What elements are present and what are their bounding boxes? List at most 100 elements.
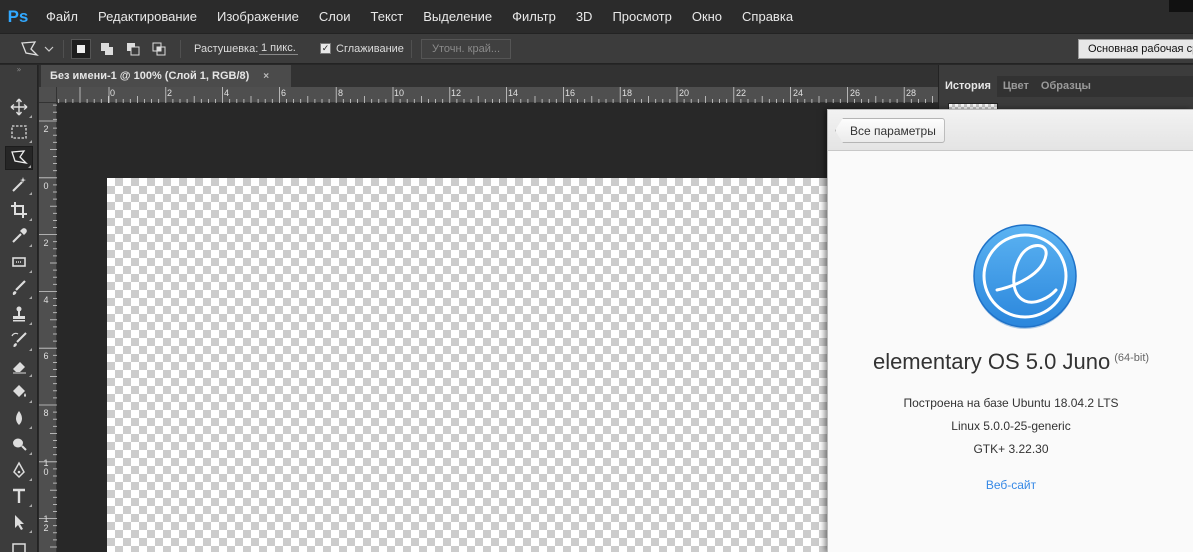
blur-icon xyxy=(16,411,22,425)
add-selection-button[interactable] xyxy=(97,39,117,59)
pen-tool[interactable] xyxy=(5,458,33,482)
ruler-label: 2 xyxy=(43,238,49,248)
eyedropper-tool[interactable] xyxy=(5,224,33,248)
os-name-text: elementary OS 5.0 Juno xyxy=(872,349,1111,374)
dodge-icon xyxy=(13,438,27,451)
tab-swatches[interactable]: Образцы xyxy=(1035,76,1097,97)
ruler-label: 28 xyxy=(906,88,917,98)
marquee-tool[interactable] xyxy=(5,120,33,144)
about-system-window: Все параметры elementary OS 5.0 Juno (64-… xyxy=(827,109,1193,552)
os-arch: (64-bit) xyxy=(1114,351,1150,364)
feather-label: Растушевка: xyxy=(194,42,259,55)
horizontal-ruler[interactable]: 0 2 4 6 8 10 12 14 16 18 20 22 24 26 28 xyxy=(57,87,938,103)
workspace-select[interactable]: Основная рабочая сред xyxy=(1078,39,1193,59)
ruler-label: 0 xyxy=(43,181,49,191)
document-canvas[interactable] xyxy=(107,178,887,552)
lasso-tool[interactable] xyxy=(5,146,33,170)
menu-layers[interactable]: Слои xyxy=(309,0,361,33)
stamp-tool[interactable] xyxy=(5,302,33,326)
panel-tabs: История Цвет Образцы xyxy=(939,76,1193,97)
type-icon xyxy=(13,488,25,503)
bucket-tool[interactable] xyxy=(5,380,33,404)
ruler-label: 4 xyxy=(224,88,230,98)
menu-file[interactable]: Файл xyxy=(36,0,88,33)
intersect-selection-button[interactable] xyxy=(149,39,169,59)
tab-color[interactable]: Цвет xyxy=(997,76,1035,97)
menu-type[interactable]: Текст xyxy=(361,0,414,33)
ruler-label: 26 xyxy=(850,88,861,98)
dodge-tool[interactable] xyxy=(5,432,33,456)
magic-wand-tool[interactable] xyxy=(5,172,33,196)
blur-tool[interactable] xyxy=(5,406,33,430)
add-selection-icon xyxy=(101,43,113,55)
type-tool[interactable] xyxy=(5,484,33,508)
antialias-label: Сглаживание xyxy=(336,42,404,55)
tab-history[interactable]: История xyxy=(939,76,997,97)
healing-tool[interactable] xyxy=(5,250,33,274)
menu-image[interactable]: Изображение xyxy=(207,0,309,33)
close-icon[interactable]: × xyxy=(263,71,269,82)
rectangle-tool[interactable] xyxy=(5,536,33,552)
feather-field[interactable]: 1 пикс. xyxy=(259,34,298,63)
menu-view[interactable]: Просмотр xyxy=(602,0,681,33)
separator xyxy=(63,40,64,58)
options-bar: Растушевка: 1 пикс. ✓ Сглаживание Уточн.… xyxy=(0,33,1193,64)
canvas-workspace[interactable] xyxy=(58,104,938,552)
refine-edge-button[interactable]: Уточн. край... xyxy=(421,39,511,59)
menu-3d[interactable]: 3D xyxy=(566,0,603,33)
ruler-label: 20 xyxy=(679,88,690,98)
intersect-selection-icon xyxy=(152,42,166,56)
brush-tool[interactable] xyxy=(5,276,33,300)
pen-icon xyxy=(13,461,25,479)
feather-value[interactable]: 1 пикс. xyxy=(259,42,298,55)
website-link[interactable]: Веб-сайт xyxy=(828,478,1193,492)
tool-preset-picker[interactable] xyxy=(20,34,54,63)
separator xyxy=(411,40,412,58)
ruler-label: 8 xyxy=(338,88,344,98)
antialias-toggle[interactable]: ✓ Сглаживание xyxy=(320,34,404,63)
kernel-version: Linux 5.0.0-25-generic xyxy=(951,419,1071,433)
ruler-label: 2 xyxy=(43,124,49,134)
move-tool[interactable] xyxy=(5,95,33,119)
toolbox-grip[interactable]: » xyxy=(0,65,38,75)
ruler-label: 16 xyxy=(565,88,576,98)
stamp-icon xyxy=(13,306,25,322)
eraser-icon xyxy=(13,362,26,374)
ruler-label: 4 xyxy=(43,295,49,305)
crop-tool[interactable] xyxy=(5,198,33,222)
brush-icon xyxy=(12,280,26,295)
menu-filter[interactable]: Фильтр xyxy=(502,0,566,33)
new-selection-button[interactable] xyxy=(71,39,91,59)
menu-edit[interactable]: Редактирование xyxy=(88,0,207,33)
move-icon xyxy=(10,98,28,116)
history-brush-icon xyxy=(11,332,27,347)
ruler-label: 22 xyxy=(736,88,747,98)
menu-window[interactable]: Окно xyxy=(682,0,732,33)
subtract-selection-button[interactable] xyxy=(123,39,143,59)
back-button[interactable]: Все параметры xyxy=(835,118,945,143)
path-select-icon xyxy=(15,515,24,530)
lasso-icon xyxy=(11,150,28,165)
ruler-label: 6 xyxy=(43,351,49,361)
ruler-label: 1 0 xyxy=(43,458,49,477)
gtk-version: GTK+ 3.22.30 xyxy=(973,442,1049,456)
menu-help[interactable]: Справка xyxy=(732,0,803,33)
menu-select[interactable]: Выделение xyxy=(413,0,502,33)
ruler-label: 1 2 xyxy=(43,514,49,533)
eraser-tool[interactable] xyxy=(5,354,33,378)
document-tab[interactable]: Без имени-1 @ 100% (Слой 1, RGB/8) × xyxy=(41,65,291,87)
crop-icon xyxy=(11,202,27,218)
toolbox: » xyxy=(0,65,38,552)
ruler-label: 10 xyxy=(394,88,405,98)
vertical-ruler[interactable]: 2 0 2 4 6 8 1 0 1 2 xyxy=(39,103,57,552)
history-brush-tool[interactable] xyxy=(5,328,33,352)
elementary-logo-icon xyxy=(973,224,1077,329)
chevron-down-icon xyxy=(44,46,54,52)
antialias-checkbox[interactable]: ✓ xyxy=(320,43,331,54)
ruler-origin[interactable] xyxy=(39,87,57,103)
healing-icon xyxy=(12,257,26,267)
ruler-label: 8 xyxy=(43,408,49,418)
path-select-tool[interactable] xyxy=(5,510,33,534)
rectangle-icon xyxy=(12,543,26,552)
document-title: Без имени-1 @ 100% (Слой 1, RGB/8) xyxy=(50,70,250,82)
